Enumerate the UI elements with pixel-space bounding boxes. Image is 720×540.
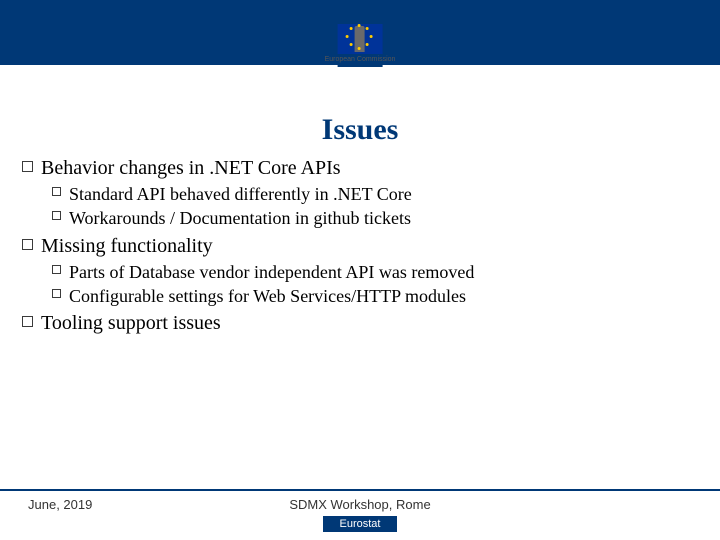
eu-flag-icon [338, 24, 383, 54]
square-bullet-icon [22, 239, 33, 250]
bullet-list: Behavior changes in .NET Core APIs Stand… [0, 153, 720, 337]
logo-caption: European Commission [325, 56, 396, 63]
list-item: Standard API behaved differently in .NET… [52, 182, 698, 206]
list-item: Workarounds / Documentation in github ti… [52, 206, 698, 230]
list-item: Parts of Database vendor independent API… [52, 260, 698, 284]
list-item: Missing functionality [22, 233, 698, 260]
list-item-text: Standard API behaved differently in .NET… [69, 182, 412, 206]
footer-divider [0, 489, 720, 491]
logo-underline [338, 65, 383, 67]
page-title: Issues [0, 113, 720, 147]
square-bullet-icon [52, 211, 61, 220]
square-bullet-icon [52, 265, 61, 274]
footer-date: June, 2019 [28, 497, 249, 512]
list-item-text: Missing functionality [41, 233, 213, 260]
list-item: Configurable settings for Web Services/H… [52, 284, 698, 308]
list-item-text: Workarounds / Documentation in github ti… [69, 206, 411, 230]
footer-row: June, 2019 SDMX Workshop, Rome [0, 497, 720, 512]
square-bullet-icon [22, 316, 33, 327]
ec-logo: European Commission [325, 24, 396, 67]
square-bullet-icon [52, 187, 61, 196]
list-item-text: Tooling support issues [41, 310, 221, 337]
square-bullet-icon [22, 161, 33, 172]
footer-venue: SDMX Workshop, Rome [249, 497, 470, 512]
slide: European Commission Issues Behavior chan… [0, 0, 720, 540]
list-item: Tooling support issues [22, 310, 698, 337]
list-item-text: Parts of Database vendor independent API… [69, 260, 474, 284]
footer: June, 2019 SDMX Workshop, Rome Eurostat [0, 489, 720, 540]
square-bullet-icon [52, 289, 61, 298]
list-item: Behavior changes in .NET Core APIs [22, 155, 698, 182]
list-item-text: Configurable settings for Web Services/H… [69, 284, 466, 308]
list-item-text: Behavior changes in .NET Core APIs [41, 155, 341, 182]
eu-stars-icon [345, 24, 375, 54]
eurostat-badge: Eurostat [323, 516, 397, 532]
